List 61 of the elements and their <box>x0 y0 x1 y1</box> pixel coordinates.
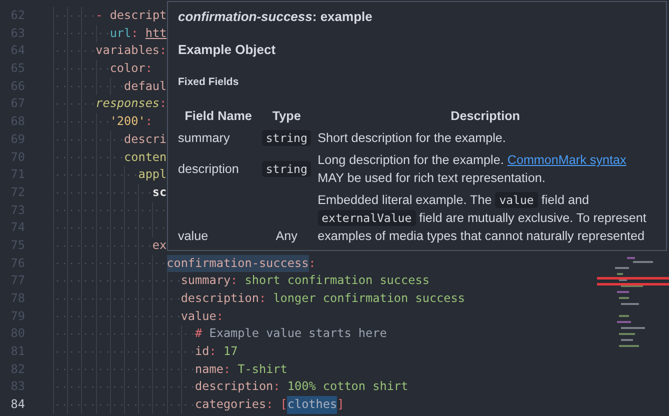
code-token: summary <box>180 272 231 290</box>
code-token: : [ <box>266 396 288 414</box>
column-header: Type <box>271 108 302 125</box>
code-token: Example value starts here <box>209 325 387 342</box>
code-token: : <box>160 42 167 60</box>
field-description: Short description for the example. <box>318 130 507 147</box>
code-token: sc <box>152 184 167 201</box>
code-token: variables <box>96 42 160 60</box>
field-description: Embedded literal example. The value field and externalValue field are mutually exclusive. To represent examples of media types that cannot naturally represented <box>318 191 648 245</box>
line-number: 84 <box>10 396 25 414</box>
section-heading: Example Object <box>178 41 277 59</box>
code-token: # <box>195 325 204 342</box>
code-token: short confirmation success <box>244 272 430 290</box>
code-token: descript <box>110 7 167 24</box>
code-token: : <box>273 378 282 396</box>
code-token: htt <box>145 24 167 42</box>
code-token: : <box>131 24 140 42</box>
code-token: 17 <box>223 343 238 360</box>
section-subheading: Fixed Fields <box>178 75 240 89</box>
code-token: : <box>223 360 232 378</box>
field-type: Any <box>276 229 298 243</box>
code-token: name <box>195 360 224 378</box>
code-token: ex <box>152 236 167 254</box>
code-token: description <box>180 290 259 307</box>
code-token: : <box>145 113 152 130</box>
code-token: : <box>160 95 167 112</box>
code-token: clothes <box>287 396 338 414</box>
code-token: descri <box>124 130 167 148</box>
popup-title: confirmation-success: example <box>178 8 374 26</box>
code-token: responses <box>96 95 160 112</box>
code-token: ] <box>337 396 344 414</box>
code-token: : <box>216 308 224 325</box>
code-token: defaul <box>124 78 167 95</box>
field-name: value <box>178 229 208 243</box>
field-name: description <box>178 162 239 176</box>
code-token: id <box>195 343 210 360</box>
field-name: summary <box>178 131 230 145</box>
column-header: Description <box>450 108 521 125</box>
field-description: Long description for the example. CommonMark syntax MAY be used for rich text representation. <box>318 152 628 187</box>
code-token: conten <box>124 148 167 166</box>
code-token: : <box>209 343 218 360</box>
field-type: string <box>262 161 312 177</box>
field-type: string <box>262 130 312 146</box>
code-token: T-shirt <box>238 360 288 378</box>
code-token: : <box>258 290 268 307</box>
code-token: 100% cotton shirt <box>287 378 408 396</box>
code-token: confirmation-success <box>166 254 309 272</box>
code-token: categories <box>195 396 266 414</box>
code-token: : <box>230 272 239 290</box>
code-token: - <box>96 7 104 24</box>
code-token: url <box>110 24 132 42</box>
code-token: : <box>308 254 316 272</box>
code-token: color <box>110 60 146 78</box>
column-header: Field Name <box>184 108 253 125</box>
code-token: '200' <box>110 113 146 130</box>
code-token: description <box>195 378 274 396</box>
link[interactable]: CommonMark syntax <box>507 153 626 167</box>
code-token: appl <box>138 166 167 184</box>
code-token: value <box>180 308 216 325</box>
code-token: longer confirmation success <box>273 290 465 307</box>
code-token: : <box>145 60 152 78</box>
